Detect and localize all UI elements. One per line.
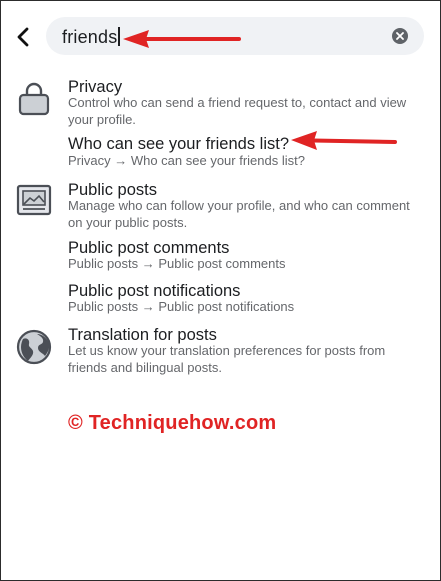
result-subtitle: Privacy → Who can see your friends list? bbox=[68, 153, 305, 168]
result-title: Translation for posts bbox=[68, 326, 217, 344]
back-button[interactable] bbox=[10, 22, 36, 52]
search-query: friends bbox=[62, 27, 118, 47]
lock-icon bbox=[18, 82, 50, 116]
watermark: © Techniquehow.com bbox=[68, 412, 277, 434]
result-title: Public post comments bbox=[68, 239, 230, 257]
result-title: Who can see your friends list? bbox=[68, 135, 290, 153]
result-subtitle: Control who can send a friend request to… bbox=[68, 95, 407, 127]
chevron-left-icon bbox=[17, 27, 29, 47]
globe-icon bbox=[16, 329, 52, 365]
search-input[interactable]: friends bbox=[62, 26, 120, 48]
settings-search-screen: friends Privacy Control who can send a f… bbox=[0, 0, 441, 581]
clear-search-button[interactable] bbox=[392, 28, 408, 44]
result-subtitle: Manage who can follow your profile, and … bbox=[68, 198, 410, 230]
result-subtitle: Public posts → Public post comments bbox=[68, 256, 286, 271]
result-title: Privacy bbox=[68, 78, 123, 96]
result-title: Public posts bbox=[68, 181, 157, 199]
annotation-arrow-icon bbox=[291, 131, 397, 150]
close-icon bbox=[396, 32, 404, 40]
result-subtitle: Let us know your translation preferences… bbox=[68, 343, 386, 375]
annotation-arrow-icon bbox=[123, 30, 241, 48]
result-title: Public post notifications bbox=[68, 282, 241, 300]
public-posts-icon bbox=[16, 184, 52, 216]
result-subtitle: Public posts → Public post notifications bbox=[68, 299, 295, 314]
